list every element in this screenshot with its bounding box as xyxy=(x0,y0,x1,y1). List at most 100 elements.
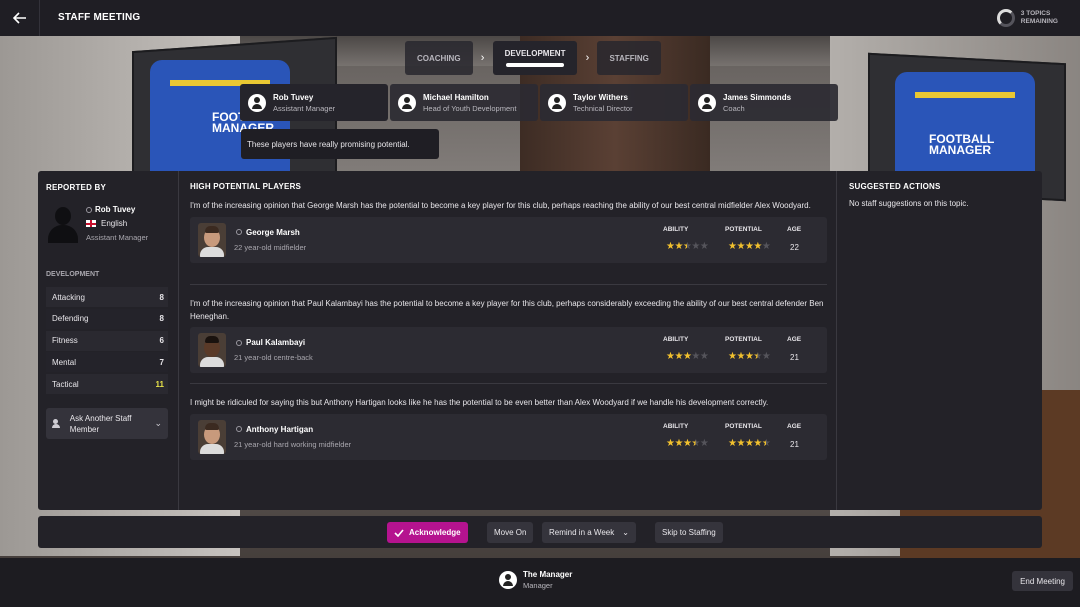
player-name[interactable]: Anthony Hartigan xyxy=(246,425,313,434)
ask-another-staff-dropdown[interactable]: Ask Another Staff Member ⌄ xyxy=(46,408,168,439)
player-photo xyxy=(198,419,226,454)
staff-chip[interactable]: Rob Tuvey Assistant Manager xyxy=(240,84,388,121)
topics-remaining: 3 TOPICS REMAINING xyxy=(996,9,1058,27)
divider xyxy=(190,284,827,285)
topics-remaining-label: REMAINING xyxy=(1020,18,1058,25)
potential-stars: ★★★★★ xyxy=(728,437,771,449)
staff-name: Rob Tuvey xyxy=(273,92,314,102)
attribute-value: 11 xyxy=(155,379,164,389)
skip-to-staffing-button[interactable]: Skip to Staffing xyxy=(655,522,723,543)
high-potential-column: HIGH POTENTIAL PLAYERS I'm of the increa… xyxy=(180,171,837,510)
tab-development[interactable]: DEVELOPMENT xyxy=(492,41,578,75)
attribute-value: 6 xyxy=(159,336,164,346)
star-icon: ★ xyxy=(699,351,709,362)
star-icon: ★ xyxy=(674,437,683,449)
attribute-value: 7 xyxy=(159,357,164,367)
acknowledge-button[interactable]: Acknowledge xyxy=(387,522,468,543)
remind-label: Remind in a Week xyxy=(549,528,615,537)
staff-role: Head of Youth Development xyxy=(423,103,517,113)
star-icon: ★ xyxy=(691,240,700,252)
checkmark-icon xyxy=(394,528,404,537)
development-heading: DEVELOPMENT xyxy=(46,271,100,278)
player-card[interactable]: Anthony Hartigan 21 year-old hard workin… xyxy=(190,413,827,460)
tab-staffing[interactable]: STAFFING xyxy=(597,41,661,75)
star-icon: ★ xyxy=(674,351,683,362)
ability-stars: ★★★★★ xyxy=(666,437,709,449)
back-arrow-icon xyxy=(12,12,26,24)
player-name[interactable]: Paul Kalambayi xyxy=(246,338,305,347)
speech-bubble: These players have really promising pote… xyxy=(241,129,439,159)
star-icon: ★ xyxy=(699,240,709,252)
chevron-down-icon: ⌄ xyxy=(622,528,629,537)
staff-chip[interactable]: Taylor Withers Technical Director xyxy=(540,84,688,121)
player-card[interactable]: Paul Kalambayi 21 year-old centre-back A… xyxy=(190,327,827,373)
end-meeting-button[interactable]: End Meeting xyxy=(1012,571,1073,591)
potential-stars: ★★★★★ xyxy=(728,240,771,252)
staff-chip[interactable]: James Simmonds Coach xyxy=(690,84,838,121)
divider xyxy=(190,383,827,384)
reporter-column: REPORTED BY Rob Tuvey English Assistant … xyxy=(38,171,179,510)
star-icon: ★ xyxy=(699,437,709,449)
age-label: AGE xyxy=(787,336,802,343)
report-text: I'm of the increasing opinion that Paul … xyxy=(190,299,824,321)
attribute-row: Defending 8 xyxy=(46,308,168,329)
staff-role: Technical Director xyxy=(573,103,633,113)
player-photo xyxy=(198,222,226,257)
shirt-left: FOOTBALLMANAGER xyxy=(150,60,290,186)
suggested-actions-text: No staff suggestions on this topic. xyxy=(849,199,969,208)
ability-stars: ★★★★★ xyxy=(666,240,709,252)
remind-in-a-week-dropdown[interactable]: Remind in a Week ⌄ xyxy=(542,522,636,543)
attribute-row: Tactical 11 xyxy=(46,374,168,395)
star-icon: ★ xyxy=(761,437,771,449)
star-icon: ★ xyxy=(736,240,745,252)
staff-role: Assistant Manager xyxy=(273,103,336,113)
manager-name: The Manager xyxy=(523,570,573,579)
player-name[interactable]: George Marsh xyxy=(246,228,300,237)
move-on-button[interactable]: Move On xyxy=(487,522,534,543)
attribute-label: Tactical xyxy=(52,379,79,389)
player-age: 21 xyxy=(790,353,799,362)
star-icon: ★ xyxy=(761,351,771,362)
manager-role: Manager xyxy=(523,581,553,590)
star-icon: ★ xyxy=(736,351,745,362)
tab-coaching[interactable]: COACHING xyxy=(405,41,473,75)
player-description: 22 year-old midfielder xyxy=(234,242,307,252)
player-description: 21 year-old centre-back xyxy=(234,353,313,362)
potential-label: POTENTIAL xyxy=(725,336,762,343)
star-icon: ★ xyxy=(753,351,762,362)
player-report: I'm of the increasing opinion that Paul … xyxy=(190,298,827,373)
potential-stars: ★★★★★ xyxy=(728,351,771,362)
player-photo xyxy=(198,333,226,367)
player-description: 21 year-old hard working midfielder xyxy=(234,439,352,449)
page-title: STAFF MEETING xyxy=(58,12,141,23)
star-icon: ★ xyxy=(691,437,700,449)
development-attributes: Attacking 8 Defending 8 Fitness 6 Mental 7 T… xyxy=(46,287,168,396)
back-button[interactable] xyxy=(0,0,40,36)
player-report: I'm of the increasing opinion that Georg… xyxy=(190,200,827,263)
star-icon: ★ xyxy=(691,351,700,362)
topic-tabs: COACHING › DEVELOPMENT › STAFFING xyxy=(405,41,661,75)
ability-stars: ★★★★★ xyxy=(666,351,709,362)
chevron-right-icon: › xyxy=(480,52,485,64)
staff-chip[interactable]: Michael Hamilton Head of Youth Developme… xyxy=(390,84,538,121)
attribute-value: 8 xyxy=(159,292,164,302)
star-icon: ★ xyxy=(761,240,771,252)
suggested-actions-column: SUGGESTED ACTIONS No staff suggestions o… xyxy=(838,171,1042,510)
attribute-row: Fitness 6 xyxy=(46,330,168,351)
staff-people-icon xyxy=(52,418,64,429)
player-report: I might be ridiculed for saying this but… xyxy=(190,397,827,460)
staff-name: Taylor Withers xyxy=(573,92,628,102)
manager-card[interactable]: The Manager Manager xyxy=(499,570,572,590)
ability-label: ABILITY xyxy=(663,422,689,430)
staff-name: Michael Hamilton xyxy=(423,92,489,102)
reporter-card[interactable]: Rob Tuvey English Assistant Manager xyxy=(46,205,148,243)
report-text: I'm of the increasing opinion that Georg… xyxy=(190,201,811,210)
suggested-actions-heading: SUGGESTED ACTIONS xyxy=(849,182,941,191)
staff-avatar-icon xyxy=(248,93,266,112)
reporter-name: Rob Tuvey xyxy=(95,205,136,214)
topics-count: 3 TOPICS xyxy=(1020,10,1051,17)
staff-avatar-icon xyxy=(398,93,416,112)
manager-avatar-icon xyxy=(499,571,517,589)
player-card[interactable]: George Marsh 22 year-old midfielder ABIL… xyxy=(190,216,827,263)
person-icon xyxy=(236,229,242,235)
